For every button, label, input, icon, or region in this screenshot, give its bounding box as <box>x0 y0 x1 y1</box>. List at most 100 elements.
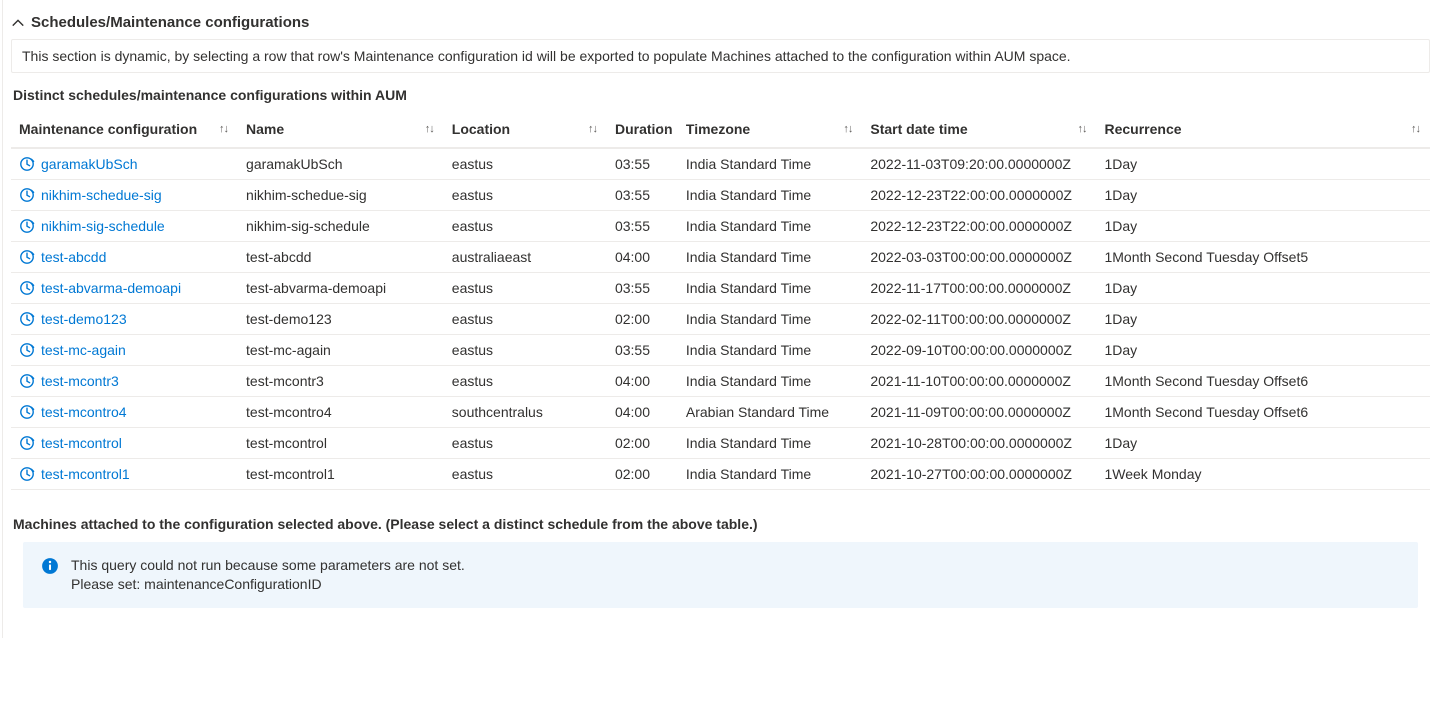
cell-recurrence: 1Day <box>1096 273 1430 304</box>
table-row[interactable]: test-mcontroltest-mcontroleastus02:00Ind… <box>11 428 1430 459</box>
cell-recurrence: 1Week Monday <box>1096 459 1430 490</box>
table-row[interactable]: test-mcontro4test-mcontro4southcentralus… <box>11 397 1430 428</box>
section-header[interactable]: Schedules/Maintenance configurations <box>11 6 1430 35</box>
cell-location: eastus <box>444 149 607 180</box>
maintenance-config-link[interactable]: test-demo123 <box>41 311 127 327</box>
table-row[interactable]: test-mcontr3test-mcontr3eastus04:00India… <box>11 366 1430 397</box>
table-row[interactable]: test-mc-againtest-mc-againeastus03:55Ind… <box>11 335 1430 366</box>
cell-name: nikhim-sig-schedule <box>238 211 444 242</box>
cell-timezone: India Standard Time <box>678 366 862 397</box>
col-header-label: Maintenance configuration <box>19 121 197 137</box>
table-row[interactable]: test-mcontrol1test-mcontrol1eastus02:00I… <box>11 459 1430 490</box>
maintenance-config-icon <box>19 156 35 172</box>
col-header-timezone[interactable]: Timezone ↑↓ <box>678 111 862 147</box>
cell-duration: 03:55 <box>607 149 678 180</box>
table-scroll-region[interactable]: garamakUbSchgaramakUbScheastus03:55India… <box>11 147 1430 490</box>
cell-duration: 03:55 <box>607 335 678 366</box>
maintenance-config-link[interactable]: test-mc-again <box>41 342 126 358</box>
table-heading: Distinct schedules/maintenance configura… <box>13 87 1430 103</box>
cell-start: 2022-11-03T09:20:00.0000000Z <box>862 149 1096 180</box>
col-header-label: Recurrence <box>1104 121 1181 137</box>
cell-duration: 02:00 <box>607 304 678 335</box>
info-icon <box>41 557 59 575</box>
maintenance-config-link[interactable]: test-mcontr3 <box>41 373 119 389</box>
maintenance-config-link[interactable]: test-abcdd <box>41 249 106 265</box>
maintenance-config-icon <box>19 435 35 451</box>
cell-recurrence: 1Day <box>1096 428 1430 459</box>
cell-location: eastus <box>444 273 607 304</box>
sort-icon[interactable]: ↑↓ <box>1411 123 1420 135</box>
machines-heading: Machines attached to the configuration s… <box>13 516 1430 532</box>
chevron-up-icon <box>11 16 25 30</box>
cell-duration: 02:00 <box>607 459 678 490</box>
cell-start: 2022-11-17T00:00:00.0000000Z <box>862 273 1096 304</box>
sort-icon[interactable]: ↑↓ <box>219 123 228 135</box>
maintenance-config-icon <box>19 373 35 389</box>
sort-icon[interactable]: ↑↓ <box>1077 123 1086 135</box>
cell-timezone: India Standard Time <box>678 273 862 304</box>
maintenance-config-icon <box>19 311 35 327</box>
cell-location: eastus <box>444 211 607 242</box>
cell-duration: 03:55 <box>607 211 678 242</box>
cell-start: 2022-09-10T00:00:00.0000000Z <box>862 335 1096 366</box>
maintenance-config-link[interactable]: test-mcontro4 <box>41 404 127 420</box>
cell-recurrence: 1Day <box>1096 304 1430 335</box>
cell-recurrence: 1Month Second Tuesday Offset6 <box>1096 397 1430 428</box>
cell-timezone: Arabian Standard Time <box>678 397 862 428</box>
cell-name: test-mcontr3 <box>238 366 444 397</box>
schedules-table: Maintenance configuration ↑↓ Name ↑↓ Loc… <box>11 111 1430 147</box>
col-header-label: Start date time <box>870 121 967 137</box>
sort-icon[interactable]: ↑↓ <box>588 123 597 135</box>
cell-duration: 03:55 <box>607 273 678 304</box>
sort-icon[interactable]: ↑↓ <box>843 123 852 135</box>
col-header-duration[interactable]: Duration ↑↓ <box>607 111 678 147</box>
cell-location: australiaeast <box>444 242 607 273</box>
section-title: Schedules/Maintenance configurations <box>31 14 309 31</box>
maintenance-config-link[interactable]: nikhim-schedue-sig <box>41 187 162 203</box>
cell-location: southcentralus <box>444 397 607 428</box>
cell-name: test-abvarma-demoapi <box>238 273 444 304</box>
table-row[interactable]: test-demo123test-demo123eastus02:00India… <box>11 304 1430 335</box>
maintenance-config-link[interactable]: nikhim-sig-schedule <box>41 218 165 234</box>
cell-duration: 04:00 <box>607 366 678 397</box>
cell-recurrence: 1Day <box>1096 149 1430 180</box>
maintenance-config-icon <box>19 342 35 358</box>
table-row[interactable]: nikhim-sig-schedulenikhim-sig-scheduleea… <box>11 211 1430 242</box>
cell-name: nikhim-schedue-sig <box>238 180 444 211</box>
cell-duration: 02:00 <box>607 428 678 459</box>
cell-timezone: India Standard Time <box>678 335 862 366</box>
cell-start: 2022-12-23T22:00:00.0000000Z <box>862 211 1096 242</box>
maintenance-config-link[interactable]: test-abvarma-demoapi <box>41 280 181 296</box>
cell-name: garamakUbSch <box>238 149 444 180</box>
info-banner-text: This query could not run because some pa… <box>71 556 465 594</box>
maintenance-config-link[interactable]: test-mcontrol1 <box>41 466 130 482</box>
maintenance-config-icon <box>19 249 35 265</box>
col-header-name[interactable]: Name ↑↓ <box>238 111 444 147</box>
cell-start: 2021-10-27T00:00:00.0000000Z <box>862 459 1096 490</box>
col-header-mc[interactable]: Maintenance configuration ↑↓ <box>11 111 238 147</box>
sort-icon[interactable]: ↑↓ <box>659 123 668 135</box>
cell-location: eastus <box>444 366 607 397</box>
sort-icon[interactable]: ↑↓ <box>425 123 434 135</box>
maintenance-config-link[interactable]: garamakUbSch <box>41 156 138 172</box>
table-row[interactable]: test-abcddtest-abcddaustraliaeast04:00In… <box>11 242 1430 273</box>
cell-start: 2022-02-11T00:00:00.0000000Z <box>862 304 1096 335</box>
cell-timezone: India Standard Time <box>678 304 862 335</box>
maintenance-config-link[interactable]: test-mcontrol <box>41 435 122 451</box>
col-header-recurrence[interactable]: Recurrence ↑↓ <box>1096 111 1430 147</box>
cell-name: test-mcontrol1 <box>238 459 444 490</box>
col-header-location[interactable]: Location ↑↓ <box>444 111 607 147</box>
info-banner: This query could not run because some pa… <box>23 542 1418 608</box>
table-row[interactable]: test-abvarma-demoapi test-abvarma-demoapi… <box>11 273 1430 304</box>
cell-location: eastus <box>444 180 607 211</box>
table-row[interactable]: garamakUbSchgaramakUbScheastus03:55India… <box>11 149 1430 180</box>
cell-location: eastus <box>444 304 607 335</box>
cell-timezone: India Standard Time <box>678 149 862 180</box>
cell-name: test-mcontro4 <box>238 397 444 428</box>
cell-name: test-mcontrol <box>238 428 444 459</box>
cell-start: 2021-11-09T00:00:00.0000000Z <box>862 397 1096 428</box>
table-row[interactable]: nikhim-schedue-signikhim-schedue-sigeast… <box>11 180 1430 211</box>
col-header-start[interactable]: Start date time ↑↓ <box>862 111 1096 147</box>
col-header-label: Name <box>246 121 284 137</box>
cell-start: 2021-10-28T00:00:00.0000000Z <box>862 428 1096 459</box>
